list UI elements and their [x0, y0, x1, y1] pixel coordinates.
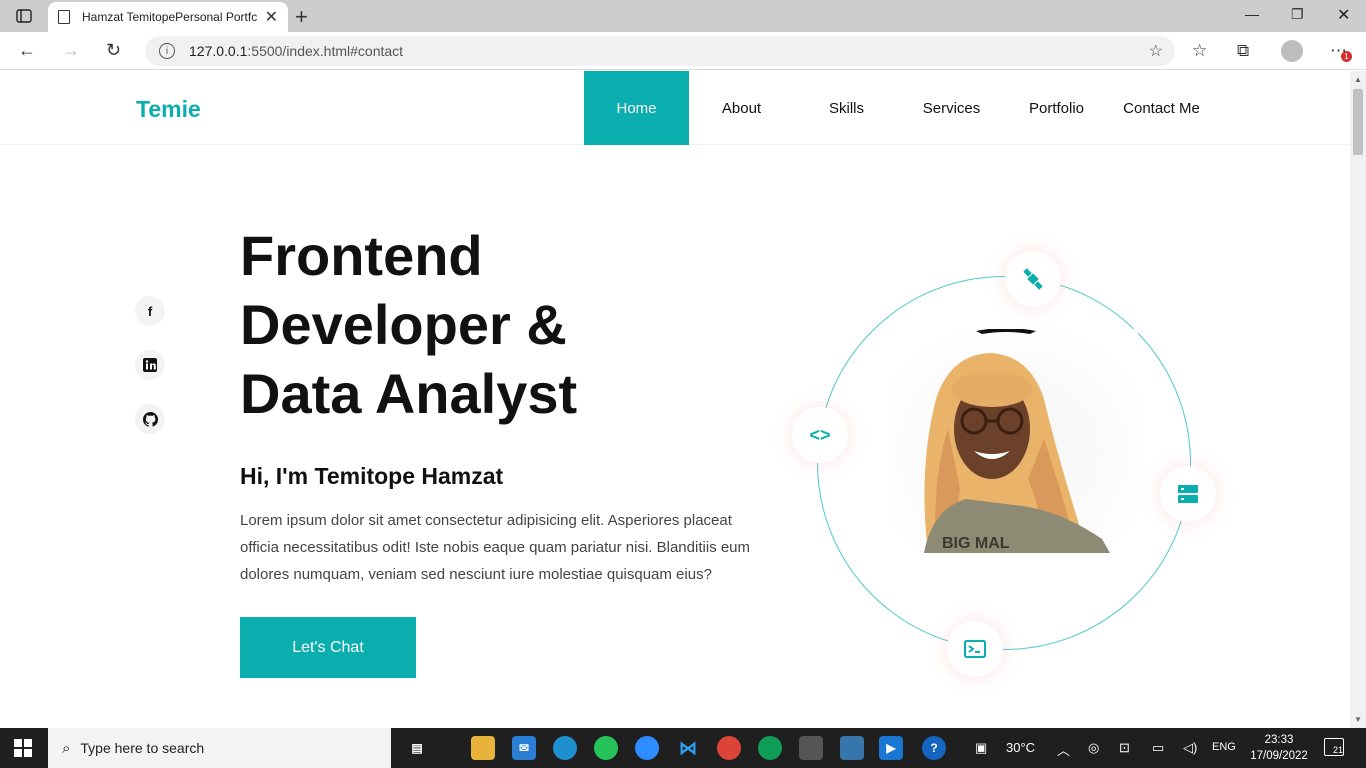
task-view-icon[interactable]: ▤	[405, 736, 429, 760]
system-clock[interactable]: 23:33 17/09/2022	[1248, 732, 1310, 764]
browser-toolbar: ← → ↻ i 127.0.0.1:5500/index.html#contac…	[0, 32, 1366, 70]
weather-icon[interactable]: ▣	[975, 740, 987, 756]
restore-icon[interactable]: ❐	[1291, 6, 1304, 23]
meet-icon[interactable]: ◎	[1088, 740, 1099, 756]
collections-icon[interactable]: ⧉	[1237, 41, 1249, 61]
satellite-icon	[1005, 251, 1061, 307]
github-icon[interactable]	[135, 404, 165, 434]
python-icon[interactable]	[840, 736, 864, 760]
new-tab-button[interactable]: +	[295, 4, 308, 30]
document-icon	[58, 10, 70, 24]
terminal-icon	[947, 621, 1003, 677]
network-icon[interactable]: ⊡	[1119, 740, 1130, 756]
svg-text:BIG MAL: BIG MAL	[942, 535, 1010, 552]
whatsapp-icon[interactable]	[594, 736, 618, 760]
windows-taskbar: ⌕ Type here to search ▤ ✉ ⋈ ▶ ? ▣ 30°C ︿…	[0, 728, 1366, 768]
nav-home[interactable]: Home	[584, 71, 689, 145]
tab-title: Hamzat TemitopePersonal Portfc	[82, 10, 258, 24]
minimize-icon[interactable]: —	[1245, 6, 1259, 22]
url-host: 127.0.0.1	[189, 43, 248, 59]
help-icon[interactable]: ?	[922, 736, 946, 760]
forward-icon[interactable]: →	[62, 40, 80, 61]
headline-line-3: Data Analyst	[240, 362, 578, 425]
taskbar-search[interactable]: ⌕ Type here to search	[48, 728, 391, 768]
nav-skills[interactable]: Skills	[794, 71, 899, 145]
linkedin-icon[interactable]	[135, 350, 165, 380]
media-player-icon[interactable]: ▶	[879, 736, 903, 760]
notification-badge: 1	[1341, 51, 1352, 62]
vscode-icon[interactable]: ⋈	[676, 736, 700, 760]
hero-subtitle: Hi, I'm Temitope Hamzat	[240, 463, 504, 489]
language-indicator[interactable]: ENG	[1212, 741, 1236, 753]
scroll-up-icon[interactable]: ▲	[1354, 75, 1362, 84]
close-tab-icon[interactable]: ✕	[265, 7, 278, 27]
site-info-icon[interactable]: i	[159, 43, 175, 59]
site-logo[interactable]: Temie	[136, 96, 201, 123]
tab-actions-icon[interactable]	[12, 6, 36, 26]
windows-start-icon[interactable]	[14, 739, 32, 757]
clock-date: 17/09/2022	[1250, 750, 1308, 762]
headline-line-2: Developer &	[240, 293, 567, 356]
browser-tabbar: Hamzat TemitopePersonal Portfc ✕ + — ❐ ✕	[0, 0, 1366, 32]
headline-line-1: Frontend	[240, 224, 483, 287]
facebook-icon[interactable]: f	[135, 296, 165, 326]
clock-time: 23:33	[1264, 734, 1294, 746]
file-explorer-icon[interactable]	[471, 736, 495, 760]
lets-chat-button[interactable]: Let's Chat	[240, 617, 416, 678]
web-page: Temie Home About Skills Services Portfol…	[0, 71, 1350, 728]
close-window-icon[interactable]: ✕	[1337, 5, 1350, 25]
server-icon	[1160, 466, 1216, 522]
url-path: :5500/index.html#contact	[247, 43, 404, 59]
search-icon: ⌕	[62, 739, 71, 757]
back-icon[interactable]: ←	[18, 40, 36, 61]
nav-services[interactable]: Services	[899, 71, 1004, 145]
edge-icon[interactable]	[553, 736, 577, 760]
site-header: Temie Home About Skills Services Portfol…	[0, 71, 1350, 145]
address-bar[interactable]: i 127.0.0.1:5500/index.html#contact ☆	[145, 36, 1175, 66]
scroll-thumb[interactable]	[1353, 89, 1363, 155]
profile-avatar[interactable]	[1281, 40, 1303, 62]
nav-contact[interactable]: Contact Me	[1109, 71, 1214, 145]
add-favorite-icon[interactable]: ☆	[1149, 41, 1163, 61]
nav-about[interactable]: About	[689, 71, 794, 145]
profile-photo: BIG MAL	[888, 329, 1138, 553]
terminal-app-icon[interactable]	[799, 736, 823, 760]
notification-count: 21	[1332, 745, 1343, 755]
browser-tab[interactable]: Hamzat TemitopePersonal Portfc ✕	[48, 2, 288, 32]
notification-center-icon[interactable]: 21	[1324, 738, 1344, 756]
hero-headline: Frontend Developer & Data Analyst	[240, 221, 720, 428]
volume-icon[interactable]: ◁)	[1183, 740, 1197, 756]
chrome-icon[interactable]	[717, 736, 741, 760]
zoom-icon[interactable]	[635, 736, 659, 760]
chrome-profile-icon[interactable]	[758, 736, 782, 760]
search-placeholder: Type here to search	[80, 740, 205, 756]
page-scrollbar[interactable]: ▲ ▼	[1350, 71, 1366, 728]
favorites-icon[interactable]: ☆	[1192, 41, 1207, 61]
main-nav: Home About Skills Services Portfolio Con…	[584, 71, 1214, 145]
mail-icon[interactable]: ✉	[512, 736, 536, 760]
code-icon: <>	[792, 407, 848, 463]
tray-chevron-icon[interactable]: ︿	[1057, 740, 1070, 759]
battery-icon[interactable]: ▭	[1152, 740, 1164, 756]
scroll-down-icon[interactable]: ▼	[1354, 715, 1362, 724]
temperature[interactable]: 30°C	[1006, 740, 1035, 755]
nav-portfolio[interactable]: Portfolio	[1004, 71, 1109, 145]
refresh-icon[interactable]: ↻	[106, 40, 121, 61]
hero-description: Lorem ipsum dolor sit amet consectetur a…	[240, 512, 751, 583]
